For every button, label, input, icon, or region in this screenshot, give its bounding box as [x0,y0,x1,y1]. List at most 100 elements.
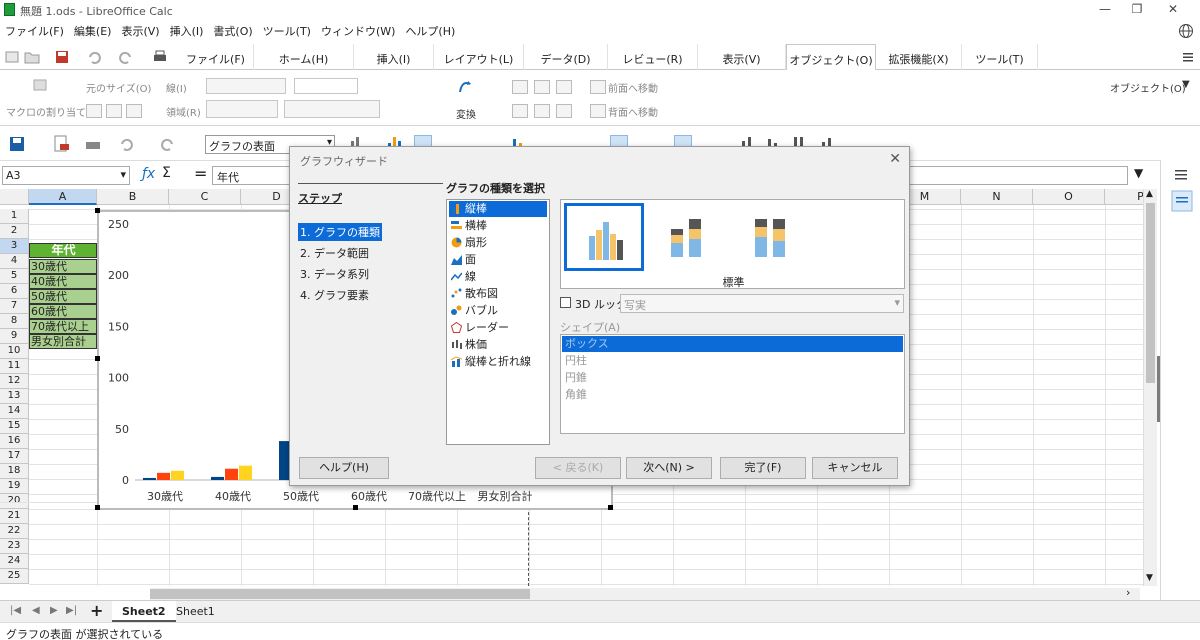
back-button[interactable]: < 戻る(K) [535,457,621,479]
row-header[interactable]: 3 [0,239,29,254]
align-center-icon[interactable] [534,80,550,94]
row-header[interactable]: 24 [0,554,29,569]
cell-a7[interactable]: 60歳代 [29,304,97,319]
horizontal-scrollbar[interactable]: › [150,586,1140,600]
step-chart-type[interactable]: 1. グラフの種類 [298,223,382,241]
ribbon-menu-icon[interactable] [1180,49,1196,65]
shape-cylinder[interactable]: 円柱 [562,353,903,369]
row-header[interactable]: 14 [0,404,29,419]
tab-extensions[interactable]: 拡張機能(X) [876,44,962,71]
chart-type-list[interactable]: 縦棒 横棒 扇形 面 線 散布図 バブル レーダー 株価 縦棒と折れ線 [446,199,550,445]
menu-file[interactable]: ファイル(F) [0,20,69,42]
col-header[interactable]: P [1105,189,1143,205]
maximize-button[interactable]: ❐ [1122,2,1152,18]
step-data-series[interactable]: 3. データ系列 [298,265,371,283]
scroll-up-icon[interactable]: ▲ [1146,189,1153,199]
align-bottom-icon[interactable] [556,104,572,118]
save-icon[interactable] [54,49,70,65]
select-all-corner[interactable] [0,189,29,205]
print-icon[interactable] [84,135,102,153]
line-width-input[interactable] [294,78,358,94]
scroll-right-icon[interactable]: › [1126,586,1130,599]
sidebar-menu-icon[interactable] [1173,168,1189,182]
col-header[interactable]: C [169,189,241,205]
area-style-select[interactable] [206,100,278,118]
sheet-tab-sheet1[interactable]: Sheet1 [166,601,225,622]
flip-vertical-icon[interactable] [126,104,142,118]
line-style-select[interactable] [206,78,286,94]
chart-type-column[interactable]: 縦棒 [449,201,547,217]
shape-cone[interactable]: 円錐 [562,370,903,386]
look-3d-checkbox[interactable] [560,297,571,308]
area-fill-select[interactable] [284,100,380,118]
bring-front-icon[interactable] [590,80,606,94]
row-header[interactable]: 23 [0,539,29,554]
chart-type-line[interactable]: 線 [449,269,547,285]
tab-home[interactable]: ホーム(H) [254,44,354,71]
new-document-icon[interactable] [4,49,20,65]
row-header[interactable]: 7 [0,299,29,314]
cell-a4[interactable]: 30歳代 [29,259,97,274]
minimize-button[interactable]: — [1090,2,1120,18]
col-header[interactable]: O [1033,189,1105,205]
shape-box[interactable]: ボックス [562,336,903,352]
flip-horizontal-icon[interactable] [106,104,122,118]
menu-edit[interactable]: 編集(E) [69,20,117,42]
tab-tools[interactable]: ツール(T) [962,44,1038,71]
chart-type-stock[interactable]: 株価 [449,337,547,353]
formula-icon[interactable]: = [194,164,207,183]
resize-handle[interactable] [95,208,100,213]
resize-handle[interactable] [353,505,358,510]
row-header[interactable]: 5 [0,269,29,284]
first-sheet-icon[interactable]: |◀ [10,605,21,616]
tab-file[interactable]: ファイル(F) [178,44,254,71]
open-folder-icon[interactable] [24,49,40,65]
tab-insert[interactable]: 挿入(I) [354,44,434,71]
cell-a6[interactable]: 50歳代 [29,289,97,304]
send-back-icon[interactable] [590,104,606,118]
row-header[interactable]: 13 [0,389,29,404]
chart-type-column-line[interactable]: 縦棒と折れ線 [449,354,547,370]
step-data-range[interactable]: 2. データ範囲 [298,244,371,262]
row-header[interactable]: 19 [0,479,29,494]
globe-icon[interactable] [1178,23,1194,39]
help-button[interactable]: ヘルプ(H) [299,457,389,479]
macro-icon[interactable] [30,76,50,94]
transform-label[interactable]: 変換 [456,106,476,121]
menu-tools[interactable]: ツール(T) [258,20,316,42]
variant-stacked[interactable] [649,203,729,271]
align-middle-icon[interactable] [534,104,550,118]
close-button[interactable]: ✕ [1158,2,1188,18]
redo-icon[interactable] [158,135,176,153]
col-header[interactable]: A [29,189,97,205]
col-header[interactable]: N [961,189,1033,205]
variant-normal[interactable] [564,203,644,271]
crop-icon[interactable] [86,104,102,118]
horizontal-scroll-thumb[interactable] [150,589,530,599]
row-header[interactable]: 2 [0,224,29,239]
macro-assign-label[interactable]: マクロの割り当て [6,104,86,119]
object-menu-arrow-icon[interactable]: ▼ [1182,79,1190,90]
scroll-down-icon[interactable]: ▼ [1146,573,1153,583]
shape-pyramid[interactable]: 角錐 [562,387,903,403]
cell-a5[interactable]: 40歳代 [29,274,97,289]
bring-front-label[interactable]: 前面へ移動 [608,80,658,95]
row-header[interactable]: 25 [0,569,29,584]
cancel-button[interactable]: キャンセル [812,457,898,479]
chevron-down-icon[interactable]: ▾ [120,168,126,181]
chart-type-bubble[interactable]: バブル [449,303,547,319]
chart-type-bar[interactable]: 横棒 [449,218,547,234]
row-header[interactable]: 21 [0,509,29,524]
tab-view[interactable]: 表示(V) [698,44,786,71]
row-header[interactable]: 16 [0,434,29,449]
cell-a9[interactable]: 男女別合計 [29,334,97,349]
step-chart-elements[interactable]: 4. グラフ要素 [298,286,371,304]
resize-handle[interactable] [608,505,613,510]
chart-type-area[interactable]: 面 [449,252,547,268]
align-top-icon[interactable] [512,104,528,118]
row-header[interactable]: 17 [0,449,29,464]
finish-button[interactable]: 完了(F) [720,457,806,479]
row-header[interactable]: 15 [0,419,29,434]
next-sheet-icon[interactable]: ▶ [50,605,58,616]
transform-icon[interactable] [456,78,478,98]
